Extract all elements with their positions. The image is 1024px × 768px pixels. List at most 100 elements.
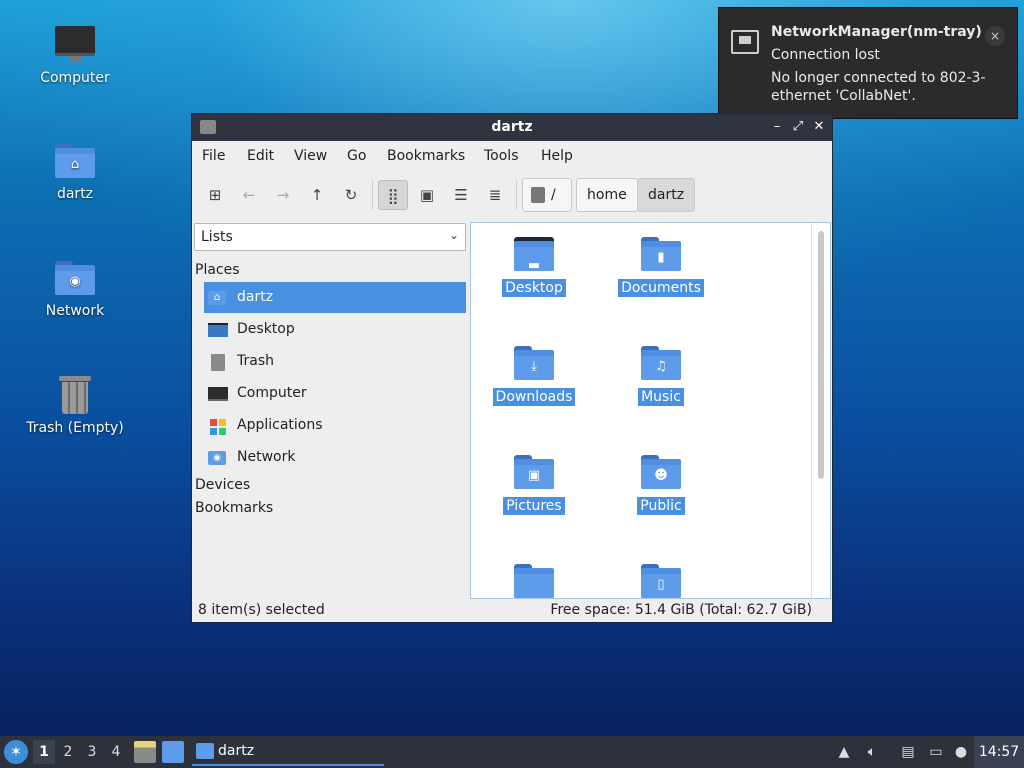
menu-go[interactable]: Go [347,148,366,164]
status-bar: 8 item(s) selected Free space: 51.4 GiB … [192,600,832,622]
workspace-3[interactable]: 3 [81,740,103,764]
selection-status: 8 item(s) selected [198,602,325,618]
close-button[interactable]: ✕ [810,118,828,136]
network-wired-icon [731,30,759,54]
desktop-icon-label: Trash (Empty) [26,420,124,436]
sidebar-item-label: dartz [237,289,274,305]
sidebar-item-applications[interactable]: Applications [204,410,466,441]
home-folder-icon: ⌂ [208,289,228,307]
downloads-folder-icon: ⤓ [512,340,556,384]
sidebar-item-computer[interactable]: Computer [204,378,466,409]
devices-heading[interactable]: Devices [195,477,250,493]
desktop-icon-label: Network [45,303,105,319]
minimize-button[interactable]: – [768,118,786,136]
breadcrumb-root[interactable]: / [522,178,572,212]
computer-icon [53,22,97,66]
side-pane-mode-select[interactable]: Lists ⌄ [194,223,466,251]
network-icon[interactable]: ▭ [926,742,946,762]
sidebar-item-trash[interactable]: Trash [204,346,466,377]
file-item-label: Music [638,388,684,406]
desktop-folder-icon: ▬ [512,231,556,275]
drive-icon [531,187,545,203]
reload-icon[interactable]: ↻ [336,180,366,210]
breadcrumb-dartz[interactable]: dartz [637,178,696,212]
file-item[interactable]: ⤓ Downloads [479,340,589,406]
maximize-button[interactable]: ⤢ [789,118,807,136]
videos-folder-icon: ▯ [639,558,683,598]
compact-view-icon[interactable]: ☰ [446,180,476,210]
close-icon[interactable]: × [985,26,1005,46]
detailed-list-view-icon[interactable]: ≣ [480,180,510,210]
sidebar-item-dartz[interactable]: ⌂ dartz [204,282,466,313]
start-menu-icon[interactable]: ✶ [4,740,28,764]
toolbar: ⊞ ← → ↑ ↻ ⣿ ▣ ☰ ≣ / home dartz [192,172,832,218]
toolbar-separator [516,180,517,210]
forward-icon[interactable]: → [268,180,298,210]
desktop-icon-label: dartz [56,186,94,202]
file-view[interactable]: ▬ Desktop ▮ Documents ⤓ Downloads ♫ Musi… [470,222,831,599]
workspace-4[interactable]: 4 [105,740,127,764]
file-item[interactable]: ▬ Desktop [479,231,589,297]
clipboard-icon[interactable]: ▤ [898,742,918,762]
sidebar-item-network[interactable]: ◉ Network [204,442,466,473]
back-icon[interactable]: ← [234,180,264,210]
up-icon[interactable]: ↑ [302,180,332,210]
file-item[interactable]: ▮ Documents [606,231,716,297]
desktop-icon-label: Computer [40,70,110,86]
file-item-label: Pictures [503,497,565,515]
music-folder-icon: ♫ [639,340,683,384]
network-folder-icon: ◉ [208,449,228,467]
sidebar-item-label: Computer [237,385,307,401]
sidebar-item-label: Network [237,449,296,465]
clock[interactable]: 14:57 [974,736,1024,768]
menu-edit[interactable]: Edit [247,148,274,164]
desktop-icon-home[interactable]: ⌂ dartz [20,138,130,202]
desktop-icon-computer[interactable]: Computer [20,22,130,86]
bookmarks-heading[interactable]: Bookmarks [195,500,273,516]
file-item[interactable] [479,558,589,598]
file-item[interactable]: ▣ Pictures [479,449,589,515]
trash-icon [53,372,97,416]
file-item[interactable]: ☻ Public [606,449,716,515]
menu-view[interactable]: View [294,148,327,164]
notification-app-name: NetworkManager(nm-tray) [771,24,982,40]
breadcrumb-home[interactable]: home [576,178,638,212]
notification-popup[interactable]: NetworkManager(nm-tray) Connection lost … [718,7,1018,119]
templates-folder-icon [512,558,556,598]
free-space-status: Free space: 51.4 GiB (Total: 62.7 GiB) [550,602,812,618]
menu-bookmarks[interactable]: Bookmarks [387,148,465,164]
file-item[interactable]: ▯ [606,558,716,598]
public-folder-icon: ☻ [639,449,683,493]
thumbnail-view-icon[interactable]: ▣ [412,180,442,210]
tray-up-arrow-icon[interactable]: ▲ [834,742,854,762]
desktop-icon-trash[interactable]: Trash (Empty) [20,372,130,436]
computer-icon [208,385,228,403]
new-tab-icon[interactable]: ⊞ [200,180,230,210]
chevron-down-icon: ⌄ [448,228,459,242]
title-bar[interactable]: dartz – ⤢ ✕ [192,114,832,141]
network-folder-icon: ◉ [53,255,97,299]
file-item-label: Public [637,497,685,515]
volume-icon[interactable]: 🔈︎ [862,742,882,762]
folder-icon [196,743,214,759]
file-item-label: Desktop [502,279,566,297]
icon-view-icon[interactable]: ⣿ [378,180,408,210]
scrollbar-thumb[interactable] [818,231,824,479]
workspace-1[interactable]: 1 [33,740,55,764]
update-notifier-icon[interactable]: ● [951,742,971,762]
places-heading[interactable]: Places [195,262,240,278]
menu-tools[interactable]: Tools [484,148,519,164]
trash-icon [208,353,228,371]
task-button-dartz[interactable]: dartz [192,738,384,766]
task-label: dartz [218,743,255,759]
file-item-label: Documents [618,279,704,297]
menu-file[interactable]: File [202,148,225,164]
sidebar-item-desktop[interactable]: Desktop [204,314,466,345]
desktop-icon-network[interactable]: ◉ Network [20,255,130,319]
show-desktop-icon[interactable] [162,741,184,763]
workspace-2[interactable]: 2 [57,740,79,764]
file-item[interactable]: ♫ Music [606,340,716,406]
file-manager-launcher-icon[interactable] [134,741,156,763]
file-manager-window: dartz – ⤢ ✕ File Edit View Go Bookmarks … [191,113,833,623]
menu-help[interactable]: Help [541,148,573,164]
